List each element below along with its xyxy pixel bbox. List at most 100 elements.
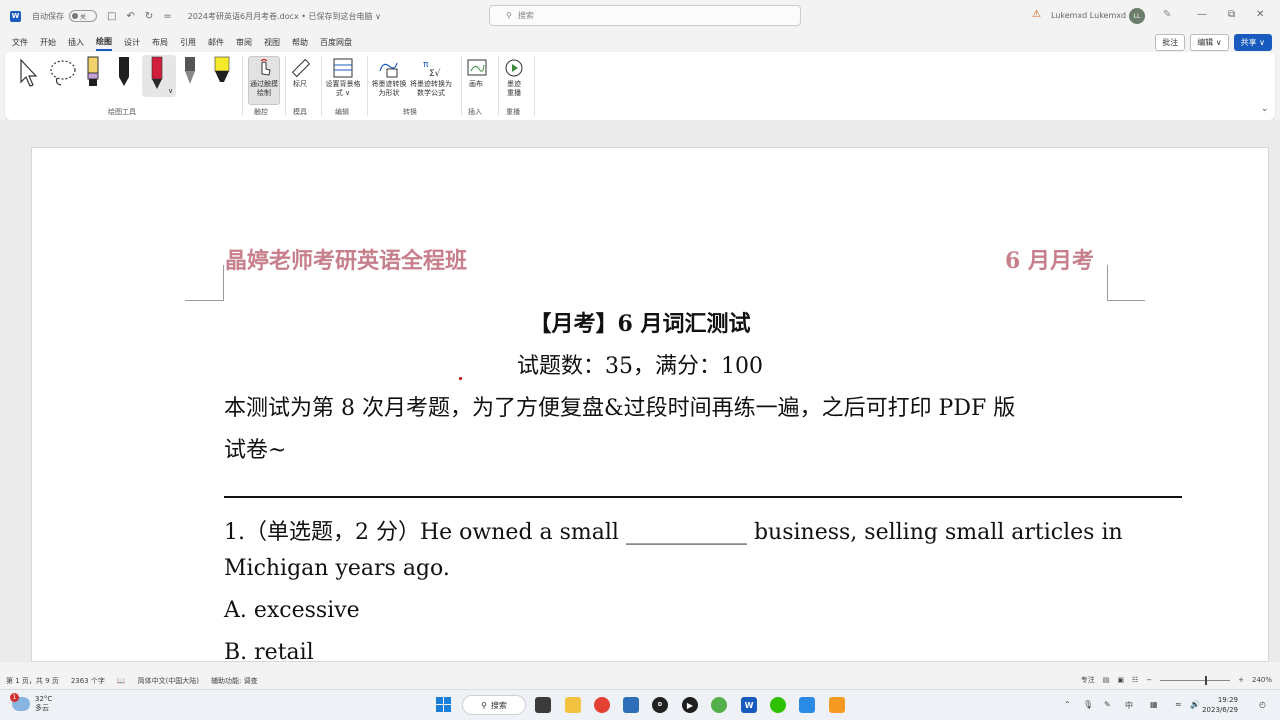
- tab-review[interactable]: 审阅: [236, 35, 252, 50]
- ruler-label: 标尺: [293, 80, 307, 88]
- ink-to-shape-icon[interactable]: [377, 57, 399, 79]
- ribbon-divider: [321, 56, 322, 116]
- feishu-icon[interactable]: [799, 697, 815, 713]
- menu-bar: 文件 开始 插入 绘图 设计 布局 引用 邮件 审阅 视图 帮助 百度网盘 批注…: [0, 32, 1280, 52]
- header-right: 6 月月考: [1005, 248, 1094, 274]
- clock[interactable]: 19:29 2023/6/29: [1202, 695, 1238, 715]
- comments-button[interactable]: 批注: [1155, 34, 1186, 51]
- tab-mailings[interactable]: 邮件: [208, 35, 224, 50]
- document-title[interactable]: 2024考研英语6月月考卷.docx • 已保存到这台电脑 ∨: [188, 11, 381, 22]
- ribbon: ∨ 绘图工具 通过触摸绘制 触控 标尺 模具 设置背景格式 ∨ 编辑 将墨迹转换…: [5, 52, 1275, 120]
- toggle-state: 关: [80, 13, 87, 21]
- lasso-select-icon[interactable]: [47, 58, 79, 88]
- zoom-out-icon[interactable]: −: [1146, 676, 1152, 684]
- wechat-icon[interactable]: [770, 697, 786, 713]
- chrome-icon[interactable]: [594, 697, 610, 713]
- document-subtitle: 试题数：35，满分：100: [517, 354, 763, 379]
- collapse-ribbon-icon[interactable]: ⌄: [1261, 104, 1269, 114]
- store-icon[interactable]: [623, 697, 639, 713]
- pen-black-icon[interactable]: [116, 56, 132, 88]
- pen-tray-icon[interactable]: ✎: [1104, 700, 1111, 709]
- proofing-icon[interactable]: 📖: [117, 677, 126, 685]
- tab-references[interactable]: 引用: [180, 35, 196, 50]
- redo-icon[interactable]: ↻: [145, 11, 153, 22]
- dell-icon[interactable]: D: [652, 697, 668, 713]
- share-button[interactable]: 共享 ∨: [1233, 34, 1272, 51]
- accessibility-status[interactable]: 辅助功能: 调查: [211, 676, 258, 686]
- tab-home[interactable]: 开始: [40, 35, 56, 50]
- microphone-icon[interactable]: 🎙: [1083, 700, 1093, 709]
- search-input[interactable]: ⚲ 搜索: [489, 5, 801, 26]
- tab-file[interactable]: 文件: [12, 35, 28, 50]
- task-view-icon[interactable]: [535, 697, 551, 713]
- windows-start-icon[interactable]: [436, 697, 452, 713]
- intro-line-1: 本测试为第 8 次月考题，为了方便复盘&过段时间再练一遍，之后可打印 PDF 版: [224, 396, 1016, 421]
- notification-icon[interactable]: ◴: [1259, 700, 1266, 709]
- weather-condition: 多云: [35, 704, 49, 712]
- volume-icon[interactable]: 🔊: [1190, 700, 1200, 709]
- editing-mode-button[interactable]: 编辑 ∨: [1190, 34, 1229, 51]
- group-label-touch: 触控: [254, 108, 268, 116]
- file-explorer-icon[interactable]: [565, 697, 581, 713]
- pen-lavender-icon[interactable]: [85, 56, 101, 88]
- user-name[interactable]: Lukemxd Lukemxd: [1051, 11, 1126, 20]
- undo-icon[interactable]: ↶: [126, 11, 134, 22]
- tab-design[interactable]: 设计: [124, 35, 140, 50]
- group-label-insert: 插入: [468, 108, 482, 116]
- word-taskbar-icon[interactable]: W: [741, 697, 757, 713]
- battery-saver-icon[interactable]: ▦: [1150, 700, 1158, 709]
- customize-toolbar-icon[interactable]: =: [163, 11, 171, 22]
- restore-icon[interactable]: ⧉: [1228, 9, 1235, 20]
- tab-draw[interactable]: 绘图: [96, 34, 112, 51]
- ribbon-divider: [285, 56, 286, 116]
- weather-widget[interactable]: 1 32°C 多云: [10, 693, 52, 713]
- ink-to-math-icon[interactable]: π Σ√: [421, 57, 443, 79]
- tray-overflow-icon[interactable]: ⌃: [1064, 700, 1071, 709]
- status-bar: 第 1 页，共 9 页 2363 个字 📖 简体中文(中国大陆) 辅助功能: 调…: [0, 672, 1280, 689]
- language[interactable]: 简体中文(中国大陆): [138, 676, 199, 686]
- zoom-thumb[interactable]: [1205, 675, 1208, 685]
- pen-red-selected[interactable]: ∨: [142, 55, 176, 97]
- document-page[interactable]: 晶婷老师考研英语全程班 6 月月考 【月考】6 月词汇测试 试题数：35，满分：…: [31, 147, 1269, 662]
- zoom-in-icon[interactable]: +: [1238, 676, 1244, 684]
- select-pointer-icon[interactable]: [17, 58, 39, 88]
- canvas-icon[interactable]: [466, 57, 488, 79]
- highlighter-yellow-icon[interactable]: [212, 56, 232, 88]
- tab-insert[interactable]: 插入: [68, 35, 84, 50]
- pencil-gray-icon[interactable]: [182, 56, 198, 88]
- pen-icon[interactable]: ✎: [1163, 9, 1171, 20]
- crop-mark: [223, 265, 224, 301]
- warning-icon[interactable]: ⚠: [1032, 9, 1041, 20]
- game-icon[interactable]: [711, 697, 727, 713]
- avatar[interactable]: LL: [1129, 8, 1145, 24]
- focus-mode-button[interactable]: 专注: [1081, 675, 1095, 685]
- print-layout-icon[interactable]: ▣: [1117, 676, 1124, 684]
- tab-layout[interactable]: 布局: [152, 35, 168, 50]
- wifi-icon[interactable]: ≈: [1175, 700, 1182, 709]
- save-icon[interactable]: □: [107, 11, 116, 22]
- notes-app-icon[interactable]: [829, 697, 845, 713]
- page-info[interactable]: 第 1 页，共 9 页: [6, 676, 59, 686]
- minimize-icon[interactable]: —: [1197, 9, 1207, 20]
- autosave-toggle[interactable]: 关: [69, 10, 97, 22]
- tab-view[interactable]: 视图: [264, 35, 280, 50]
- ime-indicator[interactable]: 中: [1125, 700, 1133, 711]
- search-icon: ⚲: [506, 11, 512, 20]
- web-layout-icon[interactable]: ☷: [1132, 676, 1138, 684]
- zoom-level[interactable]: 240%: [1252, 676, 1272, 684]
- ink-replay-icon[interactable]: [503, 57, 525, 79]
- ruler-icon[interactable]: [290, 58, 310, 78]
- media-player-icon[interactable]: ▶: [682, 697, 698, 713]
- taskbar-search[interactable]: ⚲ 搜索: [462, 695, 526, 715]
- zoom-slider[interactable]: [1160, 675, 1231, 685]
- word-count[interactable]: 2363 个字: [71, 676, 105, 686]
- tab-help[interactable]: 帮助: [292, 35, 308, 50]
- ink-replay-label: 墨迹重播: [507, 80, 521, 97]
- taskbar-search-label: 搜索: [490, 700, 507, 710]
- search-placeholder: 搜索: [517, 11, 534, 20]
- close-icon[interactable]: ✕: [1256, 9, 1264, 20]
- read-mode-icon[interactable]: ▤: [1103, 676, 1110, 684]
- tab-baidu-netdisk[interactable]: 百度网盘: [320, 35, 352, 50]
- intro-line-2: 试卷~: [224, 438, 287, 463]
- background-format-icon[interactable]: [332, 57, 354, 79]
